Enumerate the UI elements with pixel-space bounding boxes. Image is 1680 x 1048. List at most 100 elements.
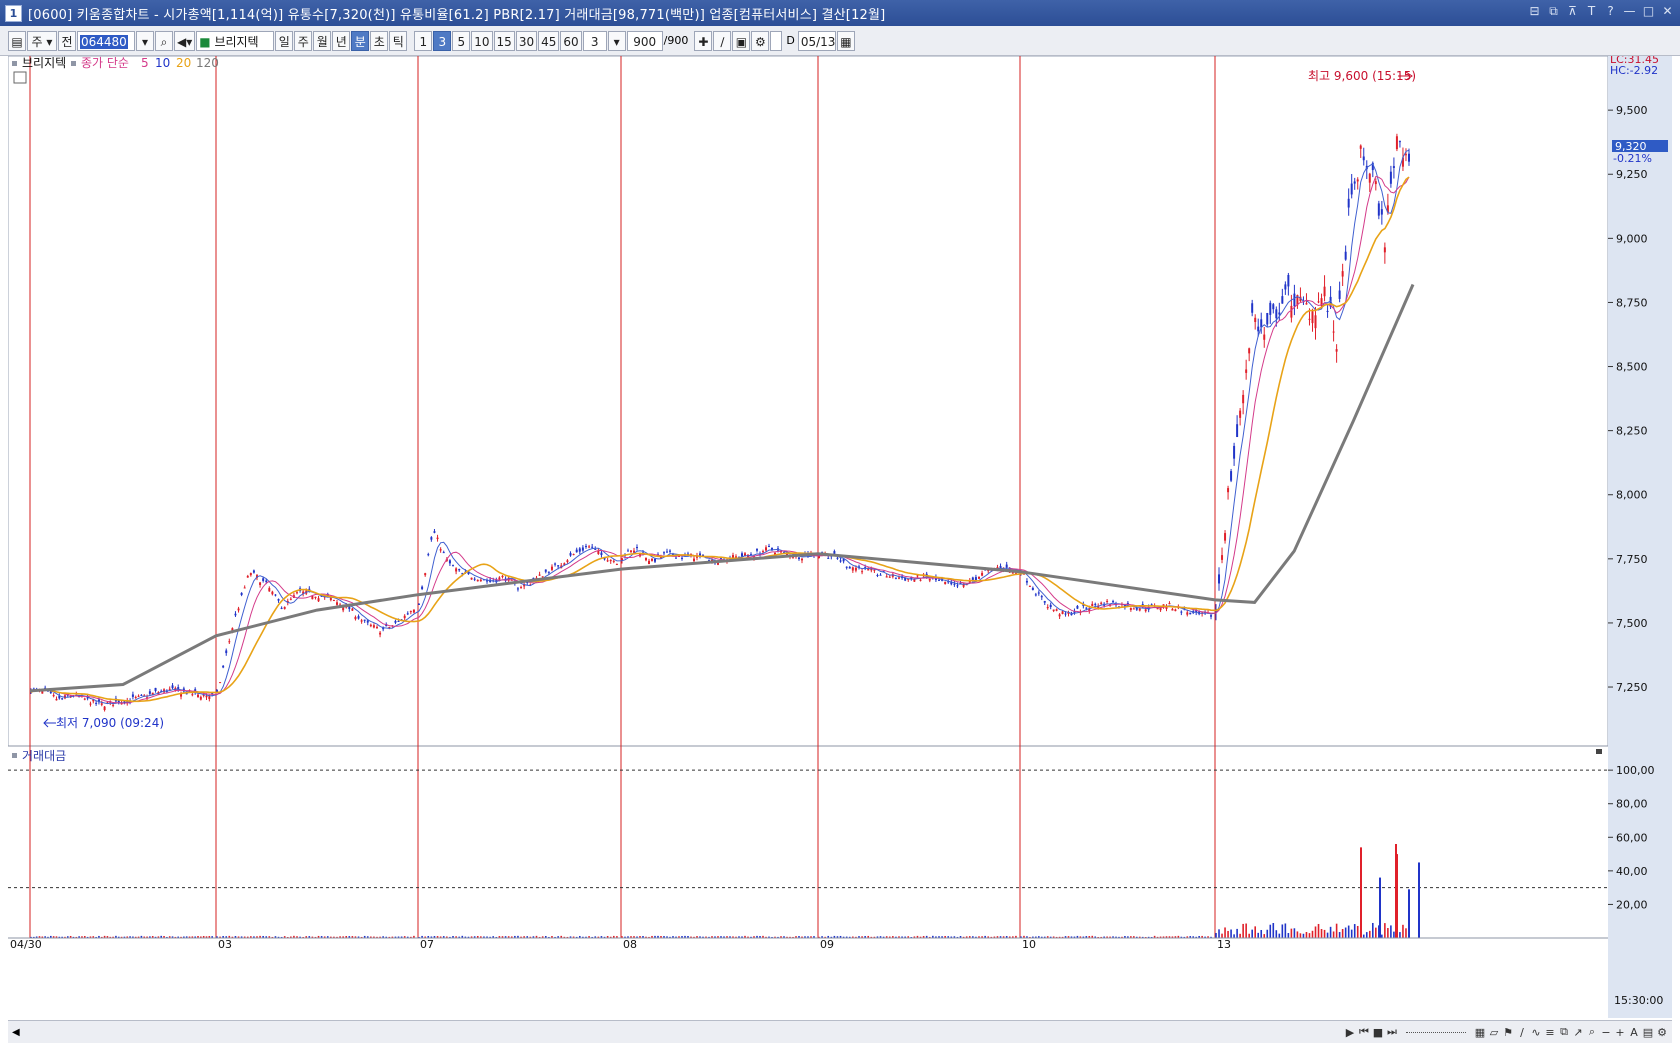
- text-icon[interactable]: A: [1628, 1026, 1640, 1039]
- draw-line-icon[interactable]: ∕: [713, 30, 732, 51]
- volume-bar: [1387, 928, 1389, 938]
- candle-body: [1076, 605, 1079, 609]
- wave-icon[interactable]: ∿: [1530, 1026, 1542, 1039]
- stock-name-field[interactable]: ■ 브리지텍: [196, 30, 275, 51]
- custom-minute-input[interactable]: 3: [582, 30, 607, 51]
- tile-windows-icon[interactable]: ⧉: [1547, 4, 1560, 19]
- font-icon[interactable]: T: [1585, 4, 1598, 19]
- period-select[interactable]: 주 ▾: [27, 30, 57, 51]
- period-tick-button[interactable]: 틱: [389, 30, 408, 51]
- minute-30-button[interactable]: 30: [515, 30, 538, 51]
- zoom-in-icon[interactable]: +: [1614, 1026, 1626, 1039]
- candle-body: [1251, 303, 1254, 313]
- minute-1-button[interactable]: 1: [414, 30, 433, 51]
- volume-bar: [1384, 923, 1386, 938]
- trend-icon[interactable]: ∕: [1516, 1026, 1528, 1039]
- table-view-icon[interactable]: [13, 71, 27, 84]
- date-input[interactable]: 05/13: [797, 30, 836, 51]
- flag-icon[interactable]: ⚑: [1502, 1026, 1514, 1039]
- volume-panel-close-icon[interactable]: [1596, 749, 1602, 754]
- shape-icon[interactable]: ▱: [1488, 1026, 1500, 1039]
- scroll-right-icon[interactable]: ▶: [1344, 1026, 1356, 1039]
- crosshair-icon[interactable]: ✚: [694, 30, 713, 51]
- grid-icon[interactable]: ▤: [1642, 1026, 1654, 1039]
- calendar-icon[interactable]: ▦: [836, 30, 855, 51]
- minimize-button[interactable]: —: [1623, 4, 1636, 19]
- period-minute-button[interactable]: 분: [351, 30, 370, 51]
- restore-layout-icon[interactable]: ⊟: [1528, 4, 1541, 19]
- candle-body: [219, 682, 222, 684]
- candle-body: [1311, 311, 1314, 324]
- zoom-out-icon[interactable]: −: [1600, 1026, 1612, 1039]
- candle-body: [1404, 154, 1407, 156]
- minute-15-button[interactable]: 15: [493, 30, 515, 51]
- minute-10-button[interactable]: 10: [471, 30, 493, 51]
- layout-icon[interactable]: ▦: [1474, 1026, 1486, 1039]
- candle-body: [591, 546, 594, 548]
- chart-area[interactable]: 04/30 03 07 08 09 10 13 7,250 7,500 7,750 8,000 8,2…: [7, 53, 1672, 1018]
- search-icon[interactable]: ⌕: [155, 30, 173, 51]
- arrow-icon[interactable]: ↗: [1572, 1026, 1584, 1039]
- candle-body: [1284, 284, 1287, 290]
- speaker-icon[interactable]: ◀▾: [174, 30, 196, 51]
- stock-code-input[interactable]: 064480: [77, 30, 135, 51]
- candle-body: [131, 694, 134, 697]
- candle-body: [498, 577, 501, 580]
- candle-body: [455, 568, 458, 572]
- candle-body: [205, 695, 208, 698]
- chart-scrollbar[interactable]: ◀ ▶ ⏮ ■ ⏭ ▦ ▱ ⚑ ∕ ∿ ≡ ⧉ ↗ ⌕ − + A ▤ ⚙: [8, 1020, 1672, 1043]
- period-second-button[interactable]: 초: [370, 30, 389, 51]
- maximize-button[interactable]: □: [1642, 4, 1655, 19]
- custom-minute-dropdown-icon[interactable]: ▾: [607, 30, 626, 51]
- candle-body: [442, 552, 445, 554]
- copy-icon[interactable]: ⧉: [1558, 1025, 1570, 1039]
- minute-60-button[interactable]: 60: [560, 30, 582, 51]
- candle-body: [1040, 596, 1043, 598]
- candle-body: [636, 547, 638, 549]
- candle-body: [265, 580, 268, 582]
- pin-icon[interactable]: ⊼: [1566, 4, 1579, 19]
- period-week-button[interactable]: 주: [294, 30, 313, 51]
- first-page-icon[interactable]: ⏮: [1358, 1025, 1370, 1039]
- help-icon[interactable]: ?: [1604, 4, 1617, 19]
- candle-body: [363, 619, 366, 621]
- scroll-left-icon[interactable]: ◀: [12, 1027, 20, 1038]
- d-checkbox[interactable]: [770, 30, 783, 51]
- minute-45-button[interactable]: 45: [538, 30, 560, 51]
- volume-bar: [1266, 929, 1269, 938]
- candle-body: [1293, 293, 1296, 307]
- volume-bar: [1311, 930, 1314, 938]
- minute-3-button[interactable]: 3: [433, 30, 452, 51]
- period-year-button[interactable]: 년: [332, 30, 351, 51]
- minute-5-button[interactable]: 5: [452, 30, 471, 51]
- candle-body: [1224, 533, 1227, 541]
- candle-body: [919, 579, 922, 581]
- settings-icon[interactable]: ⚙: [1656, 1026, 1668, 1039]
- save-icon[interactable]: ▣: [732, 30, 751, 51]
- candle-body: [1350, 183, 1353, 195]
- period-day-button[interactable]: 일: [275, 30, 294, 51]
- close-button[interactable]: ✕: [1661, 4, 1674, 19]
- volume-bar: [1272, 923, 1275, 938]
- code-dropdown-icon[interactable]: ▾: [136, 30, 154, 51]
- chart-canvas[interactable]: 04/30 03 07 08 09 10 13 7,250 7,500 7,750 8,000 8,2…: [7, 53, 1672, 1018]
- zoom-slider[interactable]: [1406, 1031, 1466, 1033]
- volume-legend-bullet: [12, 753, 17, 758]
- candle-body: [1308, 318, 1311, 320]
- volume-bar: [1299, 933, 1302, 938]
- last-page-icon[interactable]: ⏭: [1386, 1025, 1398, 1039]
- candle-body: [433, 531, 436, 533]
- candle-body: [584, 546, 587, 548]
- market-select[interactable]: 전: [58, 30, 76, 51]
- gear-icon[interactable]: ⚙: [751, 30, 770, 51]
- stop-icon[interactable]: ■: [1372, 1026, 1384, 1039]
- zoom-icon[interactable]: ⌕: [1586, 1025, 1598, 1039]
- fib-icon[interactable]: ≡: [1544, 1026, 1556, 1039]
- candle-body: [280, 607, 283, 609]
- candle-body: [470, 577, 473, 580]
- period-month-button[interactable]: 월: [313, 30, 332, 51]
- volume-bar: [1338, 932, 1341, 938]
- data-count-input[interactable]: 900: [626, 30, 663, 51]
- window-controls: ⊟ ⧉ ⊼ T ? — □ ✕: [1528, 4, 1674, 19]
- chart-menu-icon[interactable]: ▤: [8, 30, 26, 51]
